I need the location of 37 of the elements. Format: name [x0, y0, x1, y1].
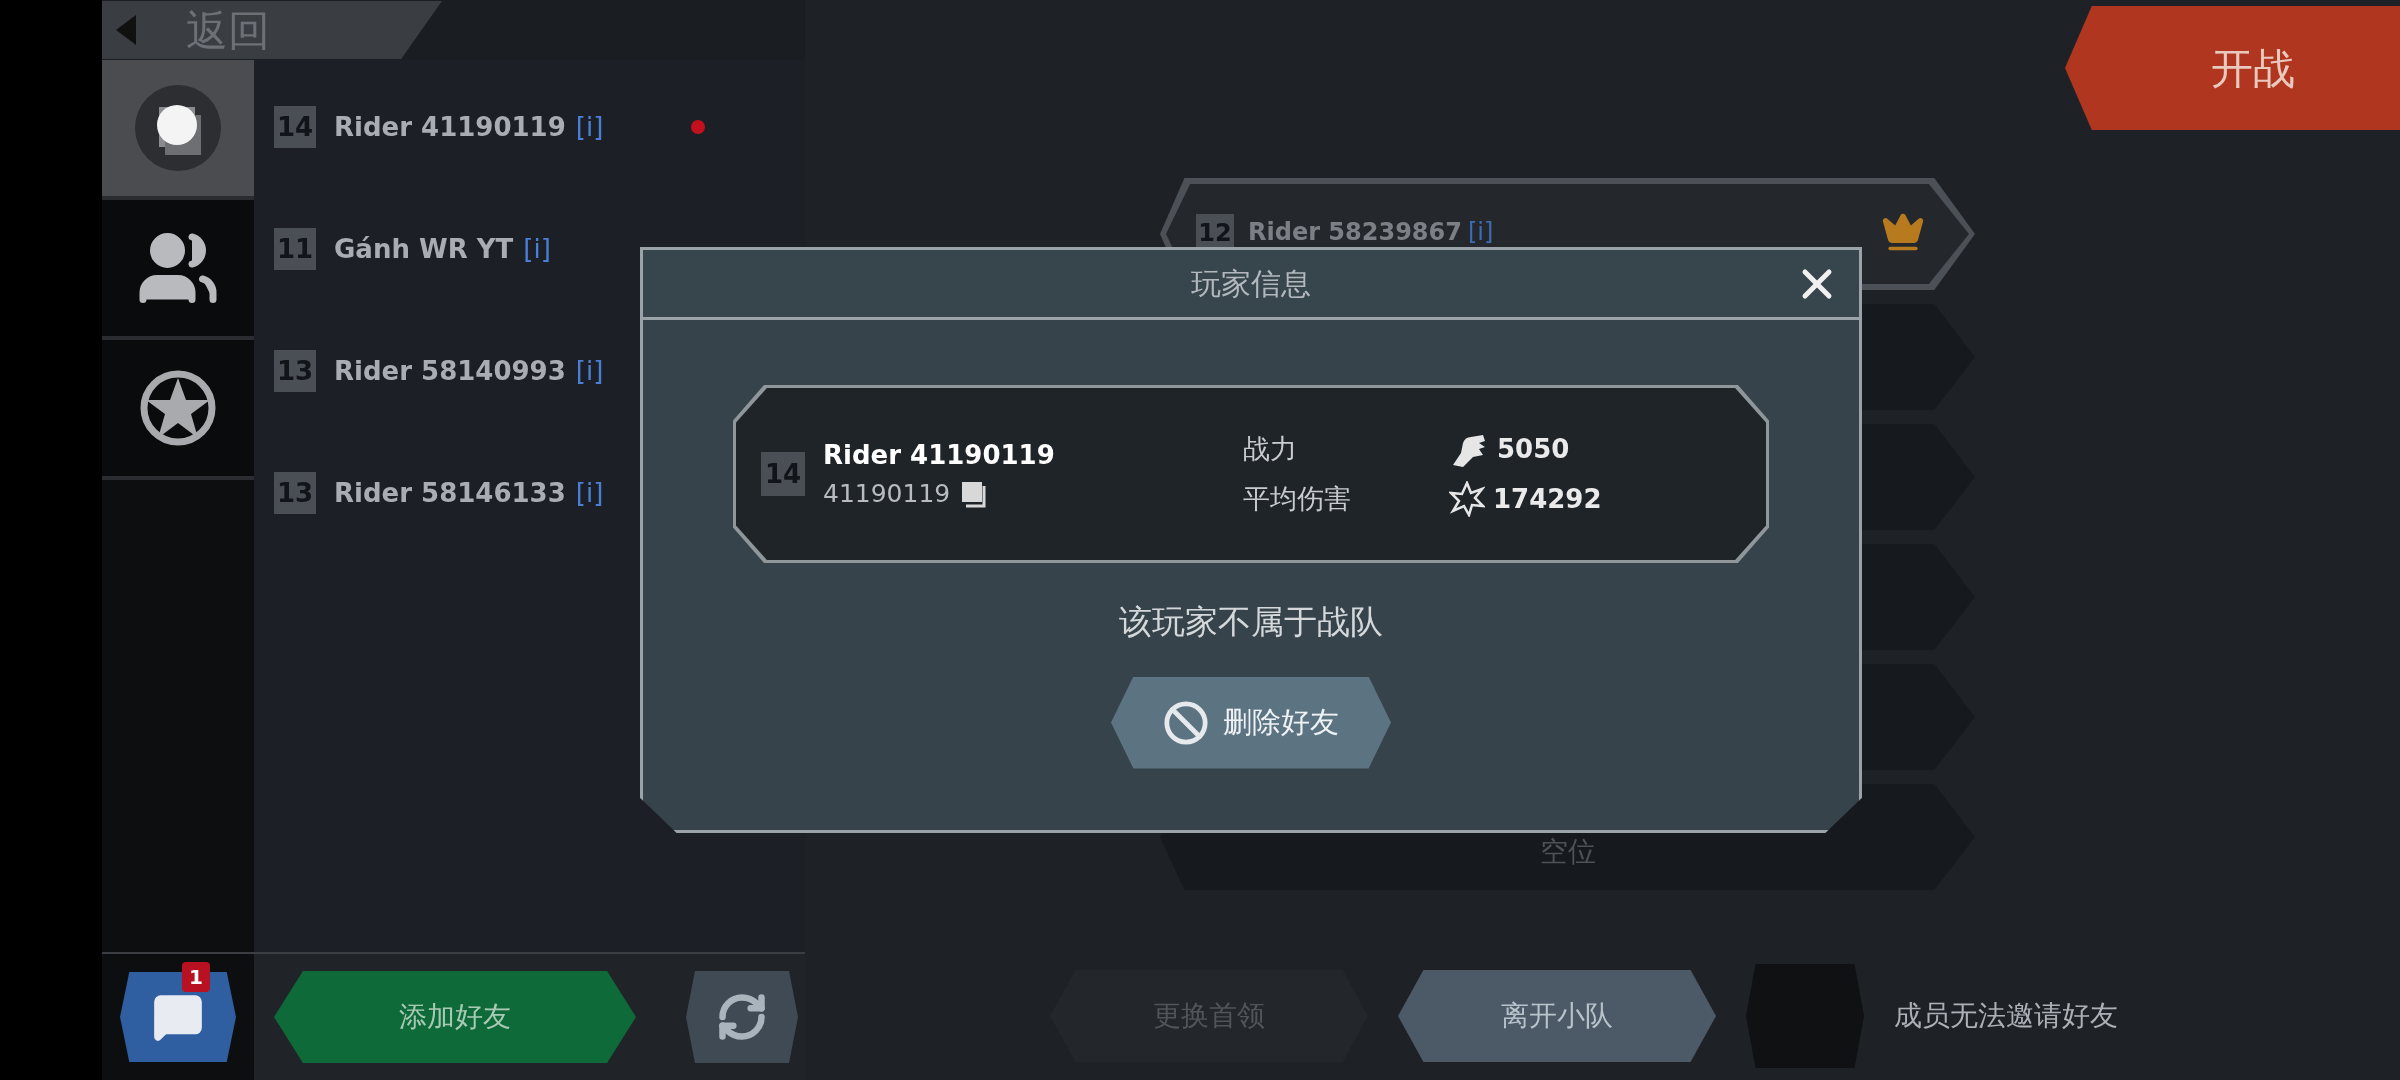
- stat-value: 5050: [1497, 432, 1570, 466]
- info-link[interactable]: [i]: [575, 473, 604, 513]
- member-name[interactable]: Rider 58239867: [1248, 214, 1462, 250]
- sidebar-tab[interactable]: [102, 340, 254, 480]
- rank-badge: 14: [761, 452, 805, 496]
- rank-badge: 13: [274, 472, 316, 514]
- friend-name[interactable]: Rider 58146133: [334, 473, 566, 513]
- slot-label: 空位: [1539, 834, 1596, 870]
- ban-icon: [1163, 699, 1209, 746]
- player-name: Rider 41190119: [823, 438, 1056, 472]
- delete-friend-button[interactable]: 删除好友: [1111, 676, 1391, 769]
- player-id: 41190119: [823, 477, 951, 510]
- rank-badge: 13: [274, 350, 316, 392]
- dialog-message: 该玩家不属于战队: [1119, 601, 1383, 643]
- star-emblem-icon: [138, 368, 218, 448]
- rank-badge: 14: [274, 106, 316, 148]
- sidebar-tab[interactable]: [102, 60, 254, 200]
- stat-value: 174292: [1493, 482, 1602, 516]
- friend-name[interactable]: Gánh WR YT: [334, 229, 514, 269]
- invite-note: 成员无法邀请好友: [1894, 998, 2118, 1034]
- friend-name[interactable]: Rider 41190119: [334, 107, 566, 147]
- info-link[interactable]: [i]: [575, 107, 604, 147]
- stat-label: 平均伤害: [1243, 481, 1352, 516]
- leave-team-button[interactable]: 离开小队: [1398, 970, 1716, 1062]
- rank-badge: 11: [274, 228, 316, 270]
- start-battle-button[interactable]: 开战: [2065, 6, 2400, 130]
- info-link[interactable]: [i]: [523, 229, 551, 269]
- refresh-icon: [716, 991, 768, 1043]
- friend-name[interactable]: Rider 58140993: [334, 351, 566, 391]
- info-link[interactable]: [i]: [1467, 214, 1494, 250]
- notification-badge: 1: [182, 962, 210, 992]
- avatar-icon: [133, 83, 223, 173]
- sidebar-tab[interactable]: [102, 200, 254, 340]
- add-friend-button[interactable]: 添加好友: [274, 971, 636, 1063]
- info-link[interactable]: [i]: [575, 351, 604, 391]
- stat-label: 战力: [1243, 431, 1298, 466]
- burst-icon: [1449, 481, 1485, 517]
